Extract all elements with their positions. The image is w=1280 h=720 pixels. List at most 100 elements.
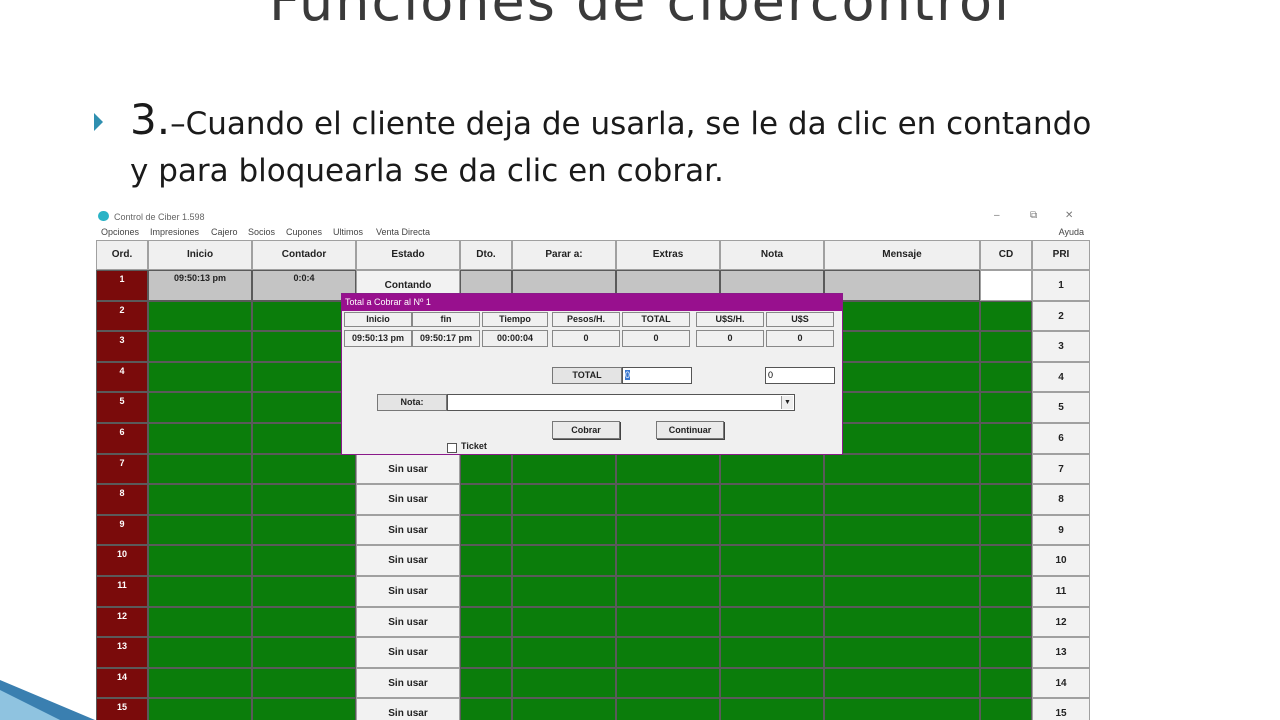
- cobrar-button[interactable]: Cobrar: [552, 421, 620, 439]
- cell-dto[interactable]: [460, 545, 512, 576]
- cell-extras[interactable]: [616, 637, 720, 668]
- close-button[interactable]: ✕: [1065, 210, 1073, 221]
- cell-nota[interactable]: [720, 576, 824, 607]
- column-header-estado[interactable]: Estado: [356, 240, 460, 270]
- menu-socios[interactable]: Socios: [248, 227, 275, 237]
- cell-cd[interactable]: [980, 698, 1032, 720]
- cell-contador[interactable]: [252, 576, 356, 607]
- estado-button[interactable]: Sin usar: [356, 606, 460, 638]
- cell-mensaje[interactable]: [824, 270, 980, 301]
- cell-extras[interactable]: [616, 514, 720, 546]
- cell-mensaje[interactable]: [824, 484, 980, 515]
- column-header-dto[interactable]: Dto.: [460, 240, 512, 270]
- cell-dto[interactable]: [460, 576, 512, 607]
- cell-mensaje[interactable]: [824, 453, 980, 485]
- cell-parar[interactable]: [512, 484, 616, 515]
- cell-cd[interactable]: [980, 300, 1032, 332]
- cell-inicio[interactable]: [148, 331, 252, 362]
- cell-contador[interactable]: [252, 514, 356, 546]
- menu-cajero[interactable]: Cajero: [211, 227, 238, 237]
- cell-mensaje[interactable]: [824, 331, 980, 362]
- cell-extras[interactable]: [616, 606, 720, 638]
- cell-inicio[interactable]: [148, 514, 252, 546]
- column-header-extras[interactable]: Extras: [616, 240, 720, 270]
- cell-mensaje[interactable]: [824, 576, 980, 607]
- column-header-pri[interactable]: PRI: [1032, 240, 1090, 270]
- cell-contador[interactable]: [252, 637, 356, 668]
- cell-cd[interactable]: [980, 514, 1032, 546]
- menu-ayuda[interactable]: Ayuda: [1059, 227, 1084, 237]
- usd-input[interactable]: 0: [765, 367, 835, 384]
- cell-nota[interactable]: [720, 667, 824, 699]
- cell-nota[interactable]: [720, 698, 824, 720]
- cell-mensaje[interactable]: [824, 392, 980, 423]
- cell-contador[interactable]: [252, 606, 356, 638]
- cell-ord[interactable]: 11: [96, 576, 148, 607]
- cell-cd[interactable]: [980, 392, 1032, 423]
- cell-mensaje[interactable]: [824, 300, 980, 332]
- cell-cd[interactable]: [980, 331, 1032, 362]
- column-header-cd[interactable]: CD: [980, 240, 1032, 270]
- cell-parar[interactable]: [512, 667, 616, 699]
- column-header-parar[interactable]: Parar a:: [512, 240, 616, 270]
- total-input[interactable]: 0: [622, 367, 692, 384]
- cell-nota[interactable]: [720, 606, 824, 638]
- cell-ord[interactable]: 5: [96, 392, 148, 423]
- cell-cd[interactable]: [980, 576, 1032, 607]
- cell-cd[interactable]: [980, 270, 1032, 301]
- cell-mensaje[interactable]: [824, 514, 980, 546]
- cell-contador[interactable]: [252, 453, 356, 485]
- cell-dto[interactable]: [460, 698, 512, 720]
- cell-mensaje[interactable]: [824, 606, 980, 638]
- column-header-nota[interactable]: Nota: [720, 240, 824, 270]
- cell-cd[interactable]: [980, 423, 1032, 454]
- cell-nota[interactable]: [720, 514, 824, 546]
- cell-ord[interactable]: 4: [96, 361, 148, 393]
- cell-inicio[interactable]: 09:50:13 pm: [148, 270, 252, 301]
- cell-pri[interactable]: 4: [1032, 361, 1090, 393]
- cell-dto[interactable]: [460, 514, 512, 546]
- cell-inicio[interactable]: [148, 545, 252, 576]
- cell-ord[interactable]: 15: [96, 698, 148, 720]
- cell-extras[interactable]: [616, 484, 720, 515]
- estado-button[interactable]: Sin usar: [356, 576, 460, 607]
- cell-extras[interactable]: [616, 667, 720, 699]
- cell-inicio[interactable]: [148, 361, 252, 393]
- cell-inicio[interactable]: [148, 484, 252, 515]
- cell-pri[interactable]: 12: [1032, 606, 1090, 638]
- cell-pri[interactable]: 5: [1032, 392, 1090, 423]
- cell-pri[interactable]: 14: [1032, 667, 1090, 699]
- menu-impresiones[interactable]: Impresiones: [150, 227, 199, 237]
- cell-pri[interactable]: 2: [1032, 300, 1090, 332]
- chevron-down-icon[interactable]: ▼: [781, 396, 793, 409]
- cell-pri[interactable]: 6: [1032, 423, 1090, 454]
- cell-inicio[interactable]: [148, 667, 252, 699]
- cell-parar[interactable]: [512, 576, 616, 607]
- cell-pri[interactable]: 10: [1032, 545, 1090, 576]
- cell-cd[interactable]: [980, 667, 1032, 699]
- cell-extras[interactable]: [616, 453, 720, 485]
- cell-mensaje[interactable]: [824, 637, 980, 668]
- cell-parar[interactable]: [512, 606, 616, 638]
- cell-nota[interactable]: [720, 484, 824, 515]
- cell-contador[interactable]: [252, 698, 356, 720]
- menu-venta-directa[interactable]: Venta Directa: [376, 227, 430, 237]
- column-header-mensaje[interactable]: Mensaje: [824, 240, 980, 270]
- cell-pri[interactable]: 7: [1032, 453, 1090, 485]
- cell-dto[interactable]: [460, 453, 512, 485]
- cell-contador[interactable]: [252, 545, 356, 576]
- cell-ord[interactable]: 10: [96, 545, 148, 576]
- column-header-contador[interactable]: Contador: [252, 240, 356, 270]
- cell-contador[interactable]: [252, 667, 356, 699]
- cell-extras[interactable]: [616, 545, 720, 576]
- cell-mensaje[interactable]: [824, 361, 980, 393]
- cell-ord[interactable]: 14: [96, 667, 148, 699]
- cell-cd[interactable]: [980, 453, 1032, 485]
- cell-inicio[interactable]: [148, 637, 252, 668]
- column-header-inicio[interactable]: Inicio: [148, 240, 252, 270]
- cell-inicio[interactable]: [148, 392, 252, 423]
- cell-parar[interactable]: [512, 637, 616, 668]
- cell-mensaje[interactable]: [824, 423, 980, 454]
- cell-parar[interactable]: [512, 698, 616, 720]
- estado-button[interactable]: Sin usar: [356, 698, 460, 720]
